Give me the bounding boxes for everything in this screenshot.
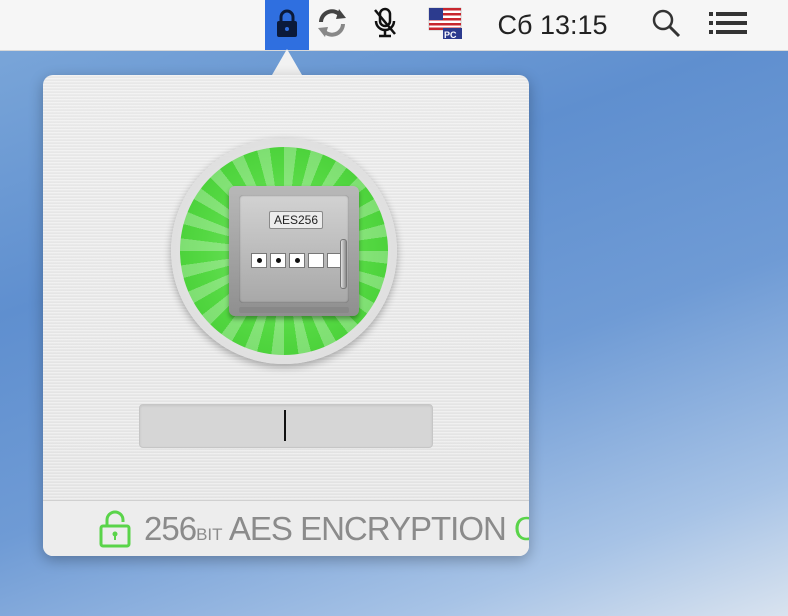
menubar-notification-button[interactable] [704, 0, 752, 50]
menubar-lock-button[interactable] [265, 0, 309, 50]
keypad-cell [270, 253, 286, 268]
encryption-label: AES ENCRYPTION [228, 510, 507, 547]
safe-label: AES256 [269, 211, 323, 229]
lock-icon [275, 8, 299, 43]
safe-keypad [251, 253, 343, 268]
safe-handle [340, 239, 347, 289]
keypad-cell [251, 253, 267, 268]
status-on-label: ON [513, 510, 529, 547]
text-cursor [284, 410, 286, 441]
search-icon [651, 8, 681, 43]
menu-bar: PC Сб 13:15 [0, 0, 788, 51]
lock-open-icon [98, 510, 132, 553]
sync-icon [315, 6, 349, 45]
safe-icon: AES256 [229, 186, 359, 316]
status-footer: 256BIT AES ENCRYPTIONON [43, 500, 529, 556]
menubar-sync-button[interactable] [312, 0, 352, 50]
safe-base [239, 307, 349, 313]
encryption-status: 256BIT AES ENCRYPTIONON [144, 510, 529, 548]
key-size: 256 [144, 510, 197, 547]
menubar-mic-button[interactable] [365, 0, 405, 50]
vault-badge: AES256 [171, 138, 397, 364]
badge-sunburst: AES256 [180, 147, 388, 355]
safe-door: AES256 [239, 195, 349, 303]
keypad-cell [308, 253, 324, 268]
menubar-search-button[interactable] [644, 0, 688, 50]
password-input[interactable] [139, 404, 433, 448]
mic-muted-icon [372, 7, 398, 44]
encryption-popover: AES256 256BIT AES ENCRYPTION O [43, 75, 529, 556]
key-size-unit: BIT [196, 525, 223, 544]
flag-label: PC [444, 30, 457, 40]
menubar-clock[interactable]: Сб 13:15 [485, 0, 620, 50]
menubar-input-source-button[interactable]: PC [424, 0, 466, 50]
popover-caret [272, 49, 302, 75]
list-icon [709, 11, 747, 40]
keypad-cell [289, 253, 305, 268]
